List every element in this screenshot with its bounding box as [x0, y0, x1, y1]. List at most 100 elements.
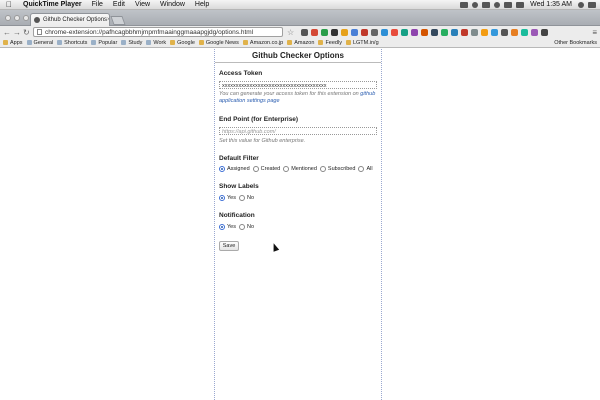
back-icon[interactable]: ← [3, 28, 11, 37]
bookmark-shortcuts[interactable]: Shortcuts [57, 40, 87, 46]
filter-mentioned-radio[interactable]: Mentioned [283, 166, 317, 172]
bookmark-google-news[interactable]: Google News [198, 40, 239, 46]
radio-label: Created [260, 166, 281, 172]
radio-selected-icon [219, 224, 225, 230]
end-point-input[interactable]: https://api.github.com/ [219, 127, 377, 135]
bookmark-feedly[interactable]: Feedly [318, 40, 342, 46]
menu-window[interactable]: Window [155, 1, 190, 8]
extension-icon[interactable] [471, 28, 479, 36]
tab-github-checker-options[interactable]: Github Checker Options × [30, 13, 110, 26]
forward-icon[interactable]: → [13, 28, 21, 37]
extension-icon[interactable] [461, 28, 469, 36]
volume-icon[interactable] [504, 1, 513, 8]
bookmark-amazon[interactable]: Amazon [287, 40, 314, 46]
radio-selected-icon [219, 166, 225, 172]
extension-icon[interactable] [321, 28, 329, 36]
bookmark-lgtm[interactable]: LGTM.in/g [345, 39, 379, 46]
bookmark-work[interactable]: Work [146, 40, 166, 46]
bookmark-label: Feedly [325, 39, 342, 46]
filter-all-radio[interactable]: All [358, 166, 373, 172]
extension-icon[interactable] [491, 28, 499, 36]
close-tab-icon[interactable]: × [107, 17, 109, 23]
filter-created-radio[interactable]: Created [252, 166, 281, 172]
close-window-button[interactable] [5, 15, 11, 21]
filter-assigned-radio[interactable]: Assigned [219, 166, 250, 172]
bookmark-label: Apps [10, 39, 23, 46]
extension-icon[interactable] [451, 28, 459, 36]
extension-icon[interactable] [521, 28, 529, 36]
radio-label: All [366, 166, 373, 172]
extension-icon[interactable] [531, 28, 539, 36]
extension-icon[interactable] [331, 28, 339, 36]
extension-icon[interactable] [311, 28, 319, 36]
extension-icon[interactable] [361, 28, 369, 36]
other-bookmarks[interactable]: Other Bookmarks [552, 40, 597, 46]
extension-icon[interactable] [431, 28, 439, 36]
radio-label: Assigned [227, 166, 250, 172]
extension-icon[interactable] [481, 28, 489, 36]
amazon-icon [287, 40, 293, 45]
extension-icon[interactable] [541, 28, 549, 36]
reload-icon[interactable]: ↻ [23, 28, 30, 37]
access-token-input[interactable]: xxxxxxxxxxxxxxxxxxxxxxxxxxxxxxxxxxxxxx [219, 81, 377, 89]
search-icon[interactable] [578, 1, 584, 8]
folder-icon [91, 40, 97, 45]
notification-no-radio[interactable]: No [238, 224, 254, 230]
notification-yes-radio[interactable]: Yes [219, 224, 236, 230]
extension-icon[interactable] [441, 28, 449, 36]
menu-help[interactable]: Help [190, 1, 214, 8]
address-bar[interactable]: chrome-extension://pafhcagbbhmjmpmfmaain… [33, 27, 283, 37]
extension-icon[interactable] [351, 28, 359, 36]
extension-icon[interactable] [371, 28, 379, 36]
apple-icon[interactable]:  [0, 0, 18, 9]
default-filter-group: Assigned Created Mentioned Subscribed Al… [219, 166, 373, 172]
bookmark-apps[interactable]: Apps [3, 40, 23, 46]
zoom-window-button[interactable] [23, 15, 29, 21]
extension-icon[interactable] [341, 28, 349, 36]
bookmark-popular[interactable]: Popular [91, 40, 117, 46]
status-icon[interactable] [482, 1, 491, 8]
extension-icon[interactable] [301, 28, 309, 36]
new-tab-button[interactable] [110, 16, 126, 25]
extension-icon[interactable] [511, 28, 519, 36]
status-icon[interactable] [460, 1, 469, 8]
wifi-icon[interactable] [494, 1, 501, 8]
amazon-icon [242, 40, 248, 45]
bookmark-study[interactable]: Study [121, 40, 142, 46]
battery-icon[interactable] [516, 1, 525, 8]
clock[interactable]: Wed 1:35 AM [528, 1, 574, 8]
bookmark-label: General [33, 39, 54, 46]
bookmark-label: LGTM.in/g [352, 39, 379, 46]
extension-icon[interactable] [391, 28, 399, 36]
extension-icon[interactable] [411, 28, 419, 36]
bookmark-google[interactable]: Google [170, 40, 195, 46]
folder-icon [146, 40, 152, 45]
extension-icon[interactable] [381, 28, 389, 36]
bookmark-amazon-jp[interactable]: Amazon.co.jp [242, 40, 283, 46]
mac-menubar:  QuickTime Player File Edit View Window… [0, 0, 600, 10]
radio-icon [319, 166, 326, 172]
menu-app-name[interactable]: QuickTime Player [18, 1, 87, 8]
bookmark-label: Amazon [294, 39, 315, 46]
filter-subscribed-radio[interactable]: Subscribed [319, 166, 355, 172]
list-icon[interactable] [588, 1, 596, 8]
bookmark-general[interactable]: General [26, 39, 54, 46]
show-labels-no-radio[interactable]: No [238, 195, 255, 201]
menu-file[interactable]: File [87, 1, 108, 8]
extension-icon[interactable] [501, 28, 509, 36]
menu-view[interactable]: View [130, 1, 155, 8]
chrome-menu-icon[interactable]: ≡ [592, 28, 597, 37]
access-token-label: Access Token [219, 70, 263, 77]
bookmark-star-icon[interactable]: ☆ [287, 28, 294, 37]
tab-strip: Github Checker Options × [0, 10, 600, 26]
radio-label: No [246, 195, 255, 201]
save-button[interactable]: Save [219, 241, 239, 251]
minimize-window-button[interactable] [14, 15, 20, 21]
extension-icon[interactable] [401, 28, 409, 36]
folder-icon [26, 40, 32, 45]
extension-icon[interactable] [421, 28, 429, 36]
menu-edit[interactable]: Edit [108, 1, 130, 8]
status-icon[interactable] [472, 1, 479, 8]
show-labels-group: Yes No [219, 195, 254, 201]
show-labels-yes-radio[interactable]: Yes [219, 195, 236, 201]
